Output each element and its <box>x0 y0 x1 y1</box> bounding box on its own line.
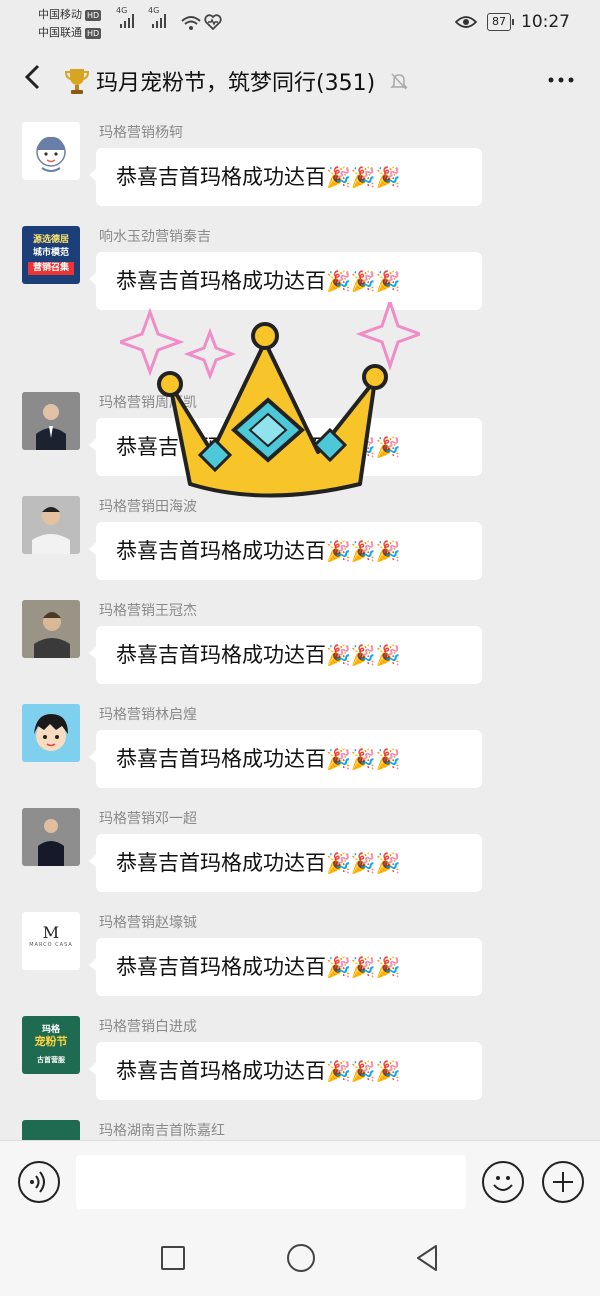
health-heart-icon <box>204 14 222 30</box>
message-item: 玛格营销林启煌 恭喜吉首玛格成功达百🎉🎉🎉 <box>0 696 600 800</box>
chat-title: 玛月宠粉节，筑梦同行(351) <box>64 65 409 97</box>
message-text: 恭喜吉首玛格成功达百 <box>116 165 326 189</box>
message-text: 恭喜吉首玛格成功达百 <box>116 1059 326 1083</box>
avatar-text: 城市模范 <box>32 248 69 258</box>
sender-name: 玛格营销白进成 <box>99 1019 197 1035</box>
carrier-2: 中国联通 <box>38 26 82 39</box>
message-bubble[interactable]: 恭喜吉首玛格成功达百🎉🎉🎉 <box>89 626 482 684</box>
message-item: M MARCO CASA 玛格营销赵壕铖 恭喜吉首玛格成功达百🎉🎉🎉 <box>0 904 600 1008</box>
party-popper-icon: 🎉🎉🎉 <box>326 851 401 875</box>
message-item: 玛格营销杨轲 恭喜吉首玛格成功达百🎉🎉🎉 <box>0 114 600 218</box>
person-photo-icon <box>22 808 80 866</box>
sender-name: 玛格营销杨轲 <box>99 125 183 141</box>
avatar-text: 营销召集 <box>28 262 74 275</box>
more-dots-icon <box>548 77 574 83</box>
party-popper-icon: 🎉🎉🎉 <box>326 1059 401 1083</box>
message-text: 恭喜吉首玛格成功达百 <box>116 269 326 293</box>
brand-logo-caption: MARCO CASA <box>29 942 73 948</box>
wifi-icon <box>181 16 201 30</box>
trophy-icon <box>64 69 90 94</box>
party-popper-icon: 🎉🎉🎉 <box>326 955 401 979</box>
message-bubble[interactable]: 恭喜吉首玛格成功达百🎉🎉🎉 <box>89 834 482 892</box>
avatar[interactable] <box>22 808 80 866</box>
avatar-text: 源选德居 <box>32 235 69 245</box>
message-item: 玛格营销邓一超 恭喜吉首玛格成功达百🎉🎉🎉 <box>0 800 600 904</box>
hd-badge-2: HD <box>85 27 102 39</box>
voice-icon <box>30 1171 45 1193</box>
signal-icon-1: 4G <box>116 6 134 28</box>
sender-name: 玛格营销林启煌 <box>99 707 197 723</box>
message-item: 玛格湖南吉首陈嘉红 <box>0 1112 600 1140</box>
chat-message-list[interactable]: 玛格营销杨轲 恭喜吉首玛格成功达百🎉🎉🎉 源选德居 城市模范 营销召集 响水玉劲… <box>0 114 600 1140</box>
chat-title-text: 玛月宠粉节，筑梦同行(351) <box>96 71 376 96</box>
message-text: 恭喜吉首玛格成功达百 <box>116 851 326 875</box>
message-bubble[interactable]: 恭喜吉首玛格成功达百🎉🎉🎉 <box>89 938 482 996</box>
avatar[interactable] <box>22 496 80 554</box>
recent-apps-button[interactable] <box>161 1246 185 1270</box>
sender-name: 玛格营销王冠杰 <box>99 603 197 619</box>
message-input[interactable] <box>76 1155 466 1209</box>
more-options-button[interactable] <box>546 60 576 97</box>
person-photo-icon <box>22 496 80 554</box>
back-button[interactable] <box>22 62 42 100</box>
avatar[interactable] <box>22 122 80 180</box>
person-photo-icon <box>22 392 80 450</box>
cartoon-boy-icon <box>22 704 80 762</box>
message-item: 玛格营销王冠杰 恭喜吉首玛格成功达百🎉🎉🎉 <box>0 592 600 696</box>
person-photo-icon <box>22 600 80 658</box>
brand-logo: M <box>22 912 80 942</box>
message-bubble[interactable]: 恭喜吉首玛格成功达百🎉🎉🎉 <box>89 1042 482 1100</box>
chat-input-bar <box>0 1140 600 1220</box>
party-popper-icon: 🎉🎉🎉 <box>326 747 401 771</box>
signal-icon-2: 4G <box>148 6 166 28</box>
status-bar: 中国移动 HD 中国联通 HD 4G 4G 87 10:27 <box>0 0 600 48</box>
cartoon-avatar-icon <box>36 136 66 172</box>
message-text: 恭喜吉首玛格成功达百 <box>116 643 326 667</box>
more-functions-button[interactable] <box>542 1161 584 1203</box>
avatar[interactable] <box>22 392 80 450</box>
hd-badge-1: HD <box>85 9 102 21</box>
sender-name: 响水玉劲营销秦吉 <box>99 229 211 245</box>
clock: 10:27 <box>521 12 570 32</box>
crown-sticker-icon <box>120 302 420 498</box>
avatar[interactable]: 源选德居 城市模范 营销召集 <box>22 226 80 284</box>
message-bubble[interactable]: 恭喜吉首玛格成功达百🎉🎉🎉 <box>89 730 482 788</box>
sender-name: 玛格营销邓一超 <box>99 811 197 827</box>
carrier-info: 中国移动 HD 中国联通 HD <box>38 6 102 42</box>
message-bubble[interactable]: 恭喜吉首玛格成功达百🎉🎉🎉 <box>89 522 482 580</box>
avatar-text: 宠粉节 <box>34 1035 68 1048</box>
eye-icon <box>455 16 477 28</box>
system-navigation-bar <box>0 1220 600 1296</box>
avatar[interactable]: 玛格 宠粉节 古首营服 <box>22 1016 80 1074</box>
mute-bell-icon <box>390 73 408 90</box>
avatar[interactable] <box>22 704 80 762</box>
party-popper-icon: 🎉🎉🎉 <box>326 539 401 563</box>
avatar[interactable] <box>22 600 80 658</box>
message-item: 玛格 宠粉节 古首营服 玛格营销白进成 恭喜吉首玛格成功达百🎉🎉🎉 <box>0 1008 600 1112</box>
party-popper-icon: 🎉🎉🎉 <box>326 269 401 293</box>
party-popper-icon: 🎉🎉🎉 <box>326 165 401 189</box>
avatar-text: 古首营服 <box>37 1056 65 1064</box>
back-arrow-icon <box>24 64 40 90</box>
voice-input-button[interactable] <box>18 1161 60 1203</box>
sender-name: 玛格营销赵壕铖 <box>99 915 197 931</box>
chat-header: 玛月宠粉节，筑梦同行(351) <box>0 48 600 114</box>
battery-indicator: 87 <box>487 13 514 31</box>
sender-name: 玛格湖南吉首陈嘉红 <box>99 1123 225 1139</box>
message-bubble[interactable]: 恭喜吉首玛格成功达百🎉🎉🎉 <box>89 148 482 206</box>
message-text: 恭喜吉首玛格成功达百 <box>116 539 326 563</box>
home-button[interactable] <box>287 1244 315 1272</box>
message-text: 恭喜吉首玛格成功达百 <box>116 747 326 771</box>
carrier-1: 中国移动 <box>38 8 82 21</box>
message-text: 恭喜吉首玛格成功达百 <box>116 955 326 979</box>
back-triangle-icon[interactable] <box>414 1244 440 1272</box>
plus-icon <box>553 1172 573 1192</box>
brand-logo-letter: M <box>42 923 60 942</box>
party-popper-icon: 🎉🎉🎉 <box>326 643 401 667</box>
avatar[interactable]: M MARCO CASA <box>22 912 80 970</box>
emoji-button[interactable] <box>482 1161 524 1203</box>
smiley-icon <box>493 1176 513 1191</box>
avatar[interactable] <box>22 1120 80 1140</box>
